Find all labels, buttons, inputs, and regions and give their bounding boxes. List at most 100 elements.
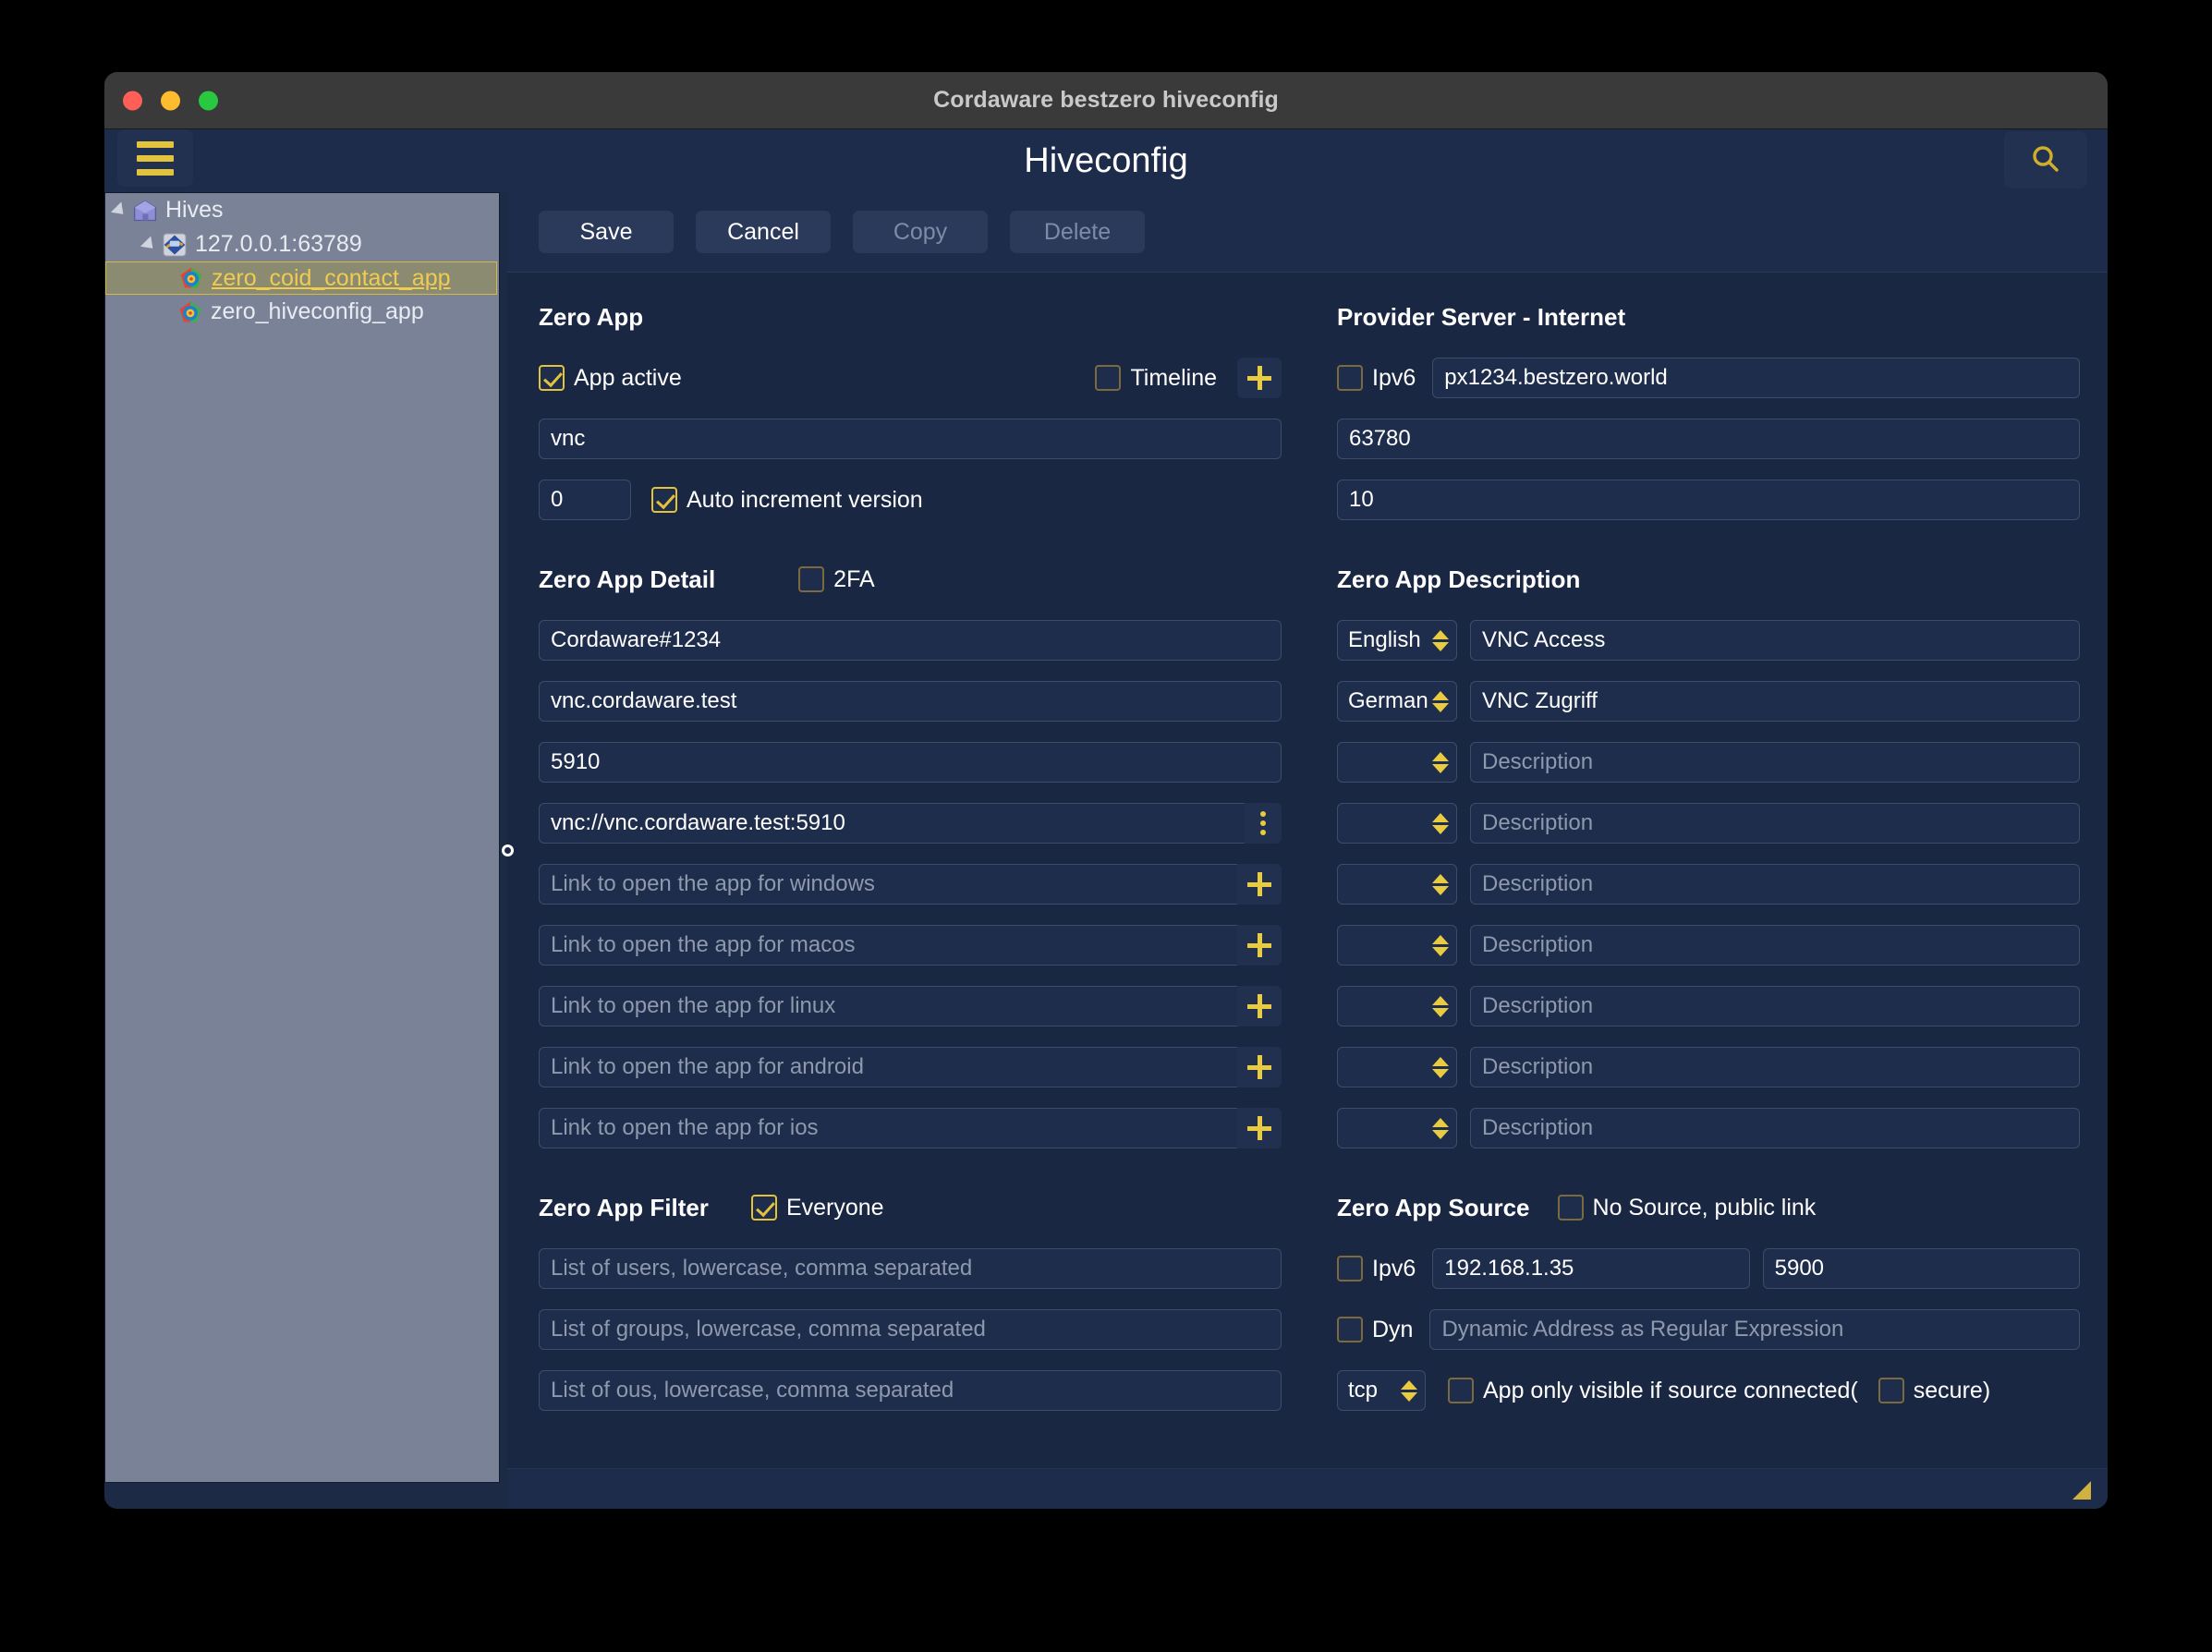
description-input-6[interactable] xyxy=(1470,986,2080,1026)
link-windows-input[interactable] xyxy=(539,864,1237,905)
form-area: Zero App App active Timeline xyxy=(507,272,2108,1468)
add-link-macos-button[interactable] xyxy=(1237,925,1282,966)
provider-port-input[interactable] xyxy=(1337,419,2080,459)
vertical-dots-icon xyxy=(1260,830,1266,835)
app-swirl-icon xyxy=(177,299,203,325)
language-value: English xyxy=(1348,627,1421,653)
add-link-linux-button[interactable] xyxy=(1237,986,1282,1026)
cancel-button[interactable]: Cancel xyxy=(696,211,831,253)
language-select-7[interactable] xyxy=(1337,1047,1457,1087)
add-timeline-button[interactable] xyxy=(1237,358,1282,398)
add-link-ios-button[interactable] xyxy=(1237,1108,1282,1148)
source-address-input[interactable] xyxy=(1432,1248,1749,1289)
save-button[interactable]: Save xyxy=(539,211,674,253)
hamburger-icon-bar xyxy=(137,169,174,176)
description-input-3[interactable] xyxy=(1470,803,2080,844)
spinner-arrows-icon xyxy=(1432,752,1449,773)
hamburger-icon-bar xyxy=(137,155,174,162)
detail-secret-input[interactable] xyxy=(539,620,1282,661)
spinner-arrows-icon xyxy=(1432,996,1449,1017)
link-macos-input[interactable] xyxy=(539,925,1237,966)
language-select-0[interactable]: English xyxy=(1337,620,1457,661)
dyn-checkbox[interactable] xyxy=(1337,1317,1363,1342)
resize-grip-icon[interactable] xyxy=(2072,1481,2091,1500)
app-name-input[interactable] xyxy=(539,419,1282,459)
description-input-8[interactable] xyxy=(1470,1108,2080,1148)
sidebar-splitter[interactable] xyxy=(500,192,515,1509)
app-header: Hiveconfig xyxy=(104,129,2108,192)
link-windows-row xyxy=(539,864,1282,905)
search-icon xyxy=(2029,143,2062,176)
zero-app-toggles-row: App active Timeline xyxy=(539,358,1282,398)
description-input-7[interactable] xyxy=(1470,1047,2080,1087)
tree-item-hives[interactable]: Hives xyxy=(105,193,499,227)
language-select-8[interactable] xyxy=(1337,1108,1457,1148)
hamburger-menu-button[interactable] xyxy=(117,129,193,187)
add-link-windows-button[interactable] xyxy=(1237,864,1282,905)
description-input-5[interactable] xyxy=(1470,925,2080,966)
source-address-row: Ipv6 xyxy=(1337,1248,2080,1289)
provider-server-section-header: Provider Server - Internet xyxy=(1337,297,2080,337)
source-protocol-row: tcp App only visible if source connected… xyxy=(1337,1370,2080,1411)
protocol-select[interactable]: tcp xyxy=(1337,1370,1426,1411)
link-linux-input[interactable] xyxy=(539,986,1237,1026)
link-linux-row xyxy=(539,986,1282,1026)
description-row xyxy=(1337,1047,2080,1087)
detail-url-input[interactable] xyxy=(539,803,1245,844)
no-source-checkbox[interactable] xyxy=(1558,1195,1584,1221)
minimize-button[interactable] xyxy=(161,91,180,110)
source-port-input[interactable] xyxy=(1763,1248,2080,1289)
chevron-expanded-icon[interactable] xyxy=(140,236,158,253)
tree-item-zero-hiveconfig-app[interactable]: zero_hiveconfig_app xyxy=(105,295,499,329)
chevron-expanded-icon[interactable] xyxy=(111,201,128,219)
dyn-regex-input[interactable] xyxy=(1429,1309,2080,1350)
language-select-3[interactable] xyxy=(1337,803,1457,844)
add-link-android-button[interactable] xyxy=(1237,1047,1282,1087)
tree-item-label: zero_hiveconfig_app xyxy=(211,298,424,325)
language-select-5[interactable] xyxy=(1337,925,1457,966)
splitter-knob-icon[interactable] xyxy=(502,844,514,856)
protocol-value: tcp xyxy=(1348,1378,1378,1403)
language-select-2[interactable] xyxy=(1337,742,1457,783)
filter-ous-input[interactable] xyxy=(539,1370,1282,1411)
language-select-1[interactable]: German xyxy=(1337,681,1457,722)
delete-button[interactable]: Delete xyxy=(1010,211,1145,253)
app-active-checkbox[interactable] xyxy=(539,365,565,391)
filter-users-input[interactable] xyxy=(539,1248,1282,1289)
description-row xyxy=(1337,986,2080,1026)
description-input-4[interactable] xyxy=(1470,864,2080,905)
search-button[interactable] xyxy=(2004,131,2087,188)
copy-button[interactable]: Copy xyxy=(853,211,988,253)
server-node-icon xyxy=(162,232,188,258)
detail-host-input[interactable] xyxy=(539,681,1282,722)
close-button[interactable] xyxy=(123,91,142,110)
source-ipv6-checkbox[interactable] xyxy=(1337,1256,1363,1282)
link-android-input[interactable] xyxy=(539,1047,1237,1087)
only-visible-if-connected-checkbox[interactable] xyxy=(1448,1378,1474,1403)
provider-host-input[interactable] xyxy=(1432,358,2080,398)
description-input-1[interactable] xyxy=(1470,681,2080,722)
zero-app-description-section-header: Zero App Description xyxy=(1337,559,2080,600)
url-options-button[interactable] xyxy=(1245,803,1282,844)
timeline-checkbox[interactable] xyxy=(1095,365,1121,391)
language-select-4[interactable] xyxy=(1337,864,1457,905)
description-input-0[interactable] xyxy=(1470,620,2080,661)
tree-item-label: 127.0.0.1:63789 xyxy=(195,231,362,258)
detail-port-input[interactable] xyxy=(539,742,1282,783)
language-select-6[interactable] xyxy=(1337,986,1457,1026)
provider-ipv6-checkbox[interactable] xyxy=(1337,365,1363,391)
description-input-2[interactable] xyxy=(1470,742,2080,783)
hives-tree: Hives 127.0.0.1:63789 xyxy=(104,192,500,1483)
twofa-checkbox[interactable] xyxy=(798,566,824,592)
link-ios-input[interactable] xyxy=(539,1108,1237,1148)
provider-count-input[interactable] xyxy=(1337,480,2080,520)
secure-checkbox[interactable] xyxy=(1878,1378,1904,1403)
auto-increment-version-checkbox[interactable] xyxy=(651,487,677,513)
zoom-button[interactable] xyxy=(199,91,218,110)
everyone-checkbox[interactable] xyxy=(751,1195,777,1221)
tree-item-server[interactable]: 127.0.0.1:63789 xyxy=(105,227,499,261)
filter-groups-input[interactable] xyxy=(539,1309,1282,1350)
tree-item-zero-coid-contact-app[interactable]: zero_coid_contact_app xyxy=(105,261,497,295)
zero-app-source-section-header: Zero App Source No Source, public link xyxy=(1337,1187,2080,1228)
app-version-input[interactable] xyxy=(539,480,631,520)
